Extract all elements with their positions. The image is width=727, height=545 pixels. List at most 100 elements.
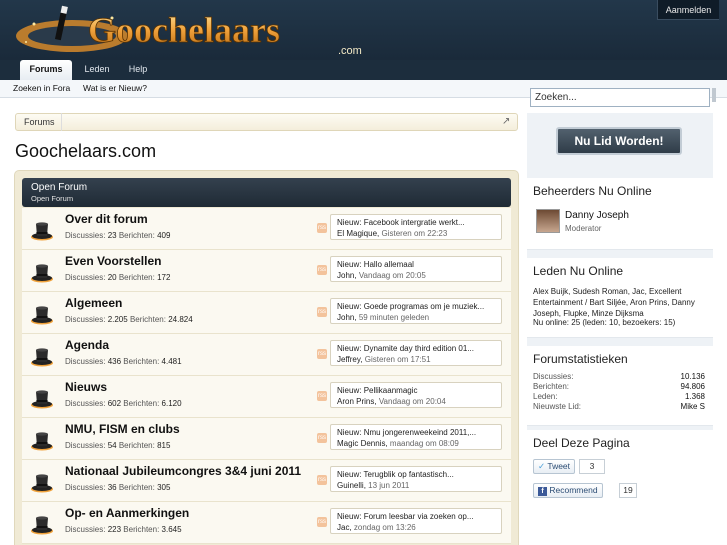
last-post-title[interactable]: Nmu jongerenweekeind 2011,... [364, 428, 476, 437]
last-post-title[interactable]: Facebook intergratie werkt... [364, 218, 465, 227]
forum-row[interactable]: Over dit forum Discussies: 23 Berichten: … [22, 208, 511, 250]
forum-row[interactable]: Algemeen Discussies: 2.205 Berichten: 24.… [22, 292, 511, 334]
stat-row: Discussies: 10.136 [533, 372, 705, 382]
recommend-button[interactable]: f Recommend [533, 483, 603, 498]
last-post-user[interactable]: Jac [337, 523, 349, 532]
last-post-box[interactable]: Nieuw: Nmu jongerenweekeind 2011,... Magi… [330, 424, 502, 450]
stat-row: Nieuwste Lid: Mike S [533, 402, 705, 412]
last-post-date: zondag om 13:26 [353, 523, 416, 532]
stat-value: 94.806 [680, 382, 705, 391]
category-name[interactable]: Open Forum [31, 182, 87, 193]
share-title: Deel Deze Pagina [533, 436, 630, 450]
forum-row[interactable]: Nieuws Discussies: 602 Berichten: 6.120 rs… [22, 376, 511, 418]
last-post-box[interactable]: Nieuw: Hallo allemaal John, Vandaag om 20… [330, 256, 502, 282]
last-post-title[interactable]: Goede programas om je muziek... [364, 302, 485, 311]
discussions-count: 223 [107, 525, 122, 534]
last-post-box[interactable]: Nieuw: Forum leesbar via zoeken op... Jac… [330, 508, 502, 534]
last-post-line: Nieuw: Forum leesbar via zoeken op... [337, 511, 495, 522]
members-online-list[interactable]: Alex Buijk, Sudesh Roman, Jac, Excellent… [533, 286, 709, 319]
rss-icon[interactable]: rss [317, 391, 327, 401]
staff-username[interactable]: Danny Joseph [565, 210, 629, 221]
rss-icon[interactable]: rss [317, 475, 327, 485]
discussions-count: 2.205 [107, 315, 128, 324]
last-post-box[interactable]: Nieuw: Pellikaanmagic Aron Prins, Vandaag… [330, 382, 502, 408]
last-post-box[interactable]: Nieuw: Terugblik op fantastisch... Guinel… [330, 466, 502, 492]
tab-leden[interactable]: Leden [78, 60, 116, 80]
last-post-line: Nieuw: Facebook intergratie werkt... [337, 217, 495, 228]
last-post-box[interactable]: Nieuw: Dynamite day third edition 01... J… [330, 340, 502, 366]
last-post-line: Nieuw: Goede programas om je muziek... [337, 301, 495, 312]
last-post-title[interactable]: Dynamite day third edition 01... [364, 344, 474, 353]
stat-label: Nieuwste Lid: [533, 402, 582, 411]
last-post-title[interactable]: Terugblik op fantastisch... [364, 470, 454, 479]
tweet-button[interactable]: ✓ Tweet [533, 459, 576, 474]
site-header: Goochelaars .com Aanmelden Forums Leden … [0, 0, 727, 80]
last-post-user[interactable]: Jeffrey [337, 355, 360, 364]
forum-title[interactable]: Nationaal Jubileumcongres 3&4 juni 2011 [65, 464, 301, 478]
last-post-user[interactable]: Magic Dennis [337, 439, 385, 448]
rss-icon[interactable]: rss [317, 349, 327, 359]
forum-stats: Discussies: 23 Berichten: 409 [65, 231, 170, 240]
forum-stats: Discussies: 36 Berichten: 305 [65, 483, 170, 492]
last-post-user[interactable]: Aron Prins [337, 397, 374, 406]
forum-title[interactable]: Even Voorstellen [65, 254, 161, 268]
subnav-search-forums[interactable]: Zoeken in Fora [13, 80, 70, 96]
forum-title[interactable]: Nieuws [65, 380, 107, 394]
last-post-box[interactable]: Nieuw: Facebook intergratie werkt... El M… [330, 214, 502, 240]
site-logo[interactable]: Goochelaars .com [12, 4, 382, 58]
last-post-meta: El Magique, Gisteren om 22:23 [337, 229, 448, 238]
new-prefix: Nieuw: [337, 470, 362, 479]
posts-count: 3.645 [161, 525, 182, 534]
last-post-user[interactable]: Guinelli [337, 481, 364, 490]
last-post-user[interactable]: John [337, 271, 354, 280]
forum-title[interactable]: NMU, FISM en clubs [65, 422, 180, 436]
stat-value: 1.368 [684, 392, 705, 401]
discussions-label: Discussies: [65, 231, 106, 240]
subnav-whats-new[interactable]: Wat is er Nieuw? [83, 80, 147, 96]
last-post-date: 59 minuten geleden [358, 313, 430, 322]
rss-icon[interactable]: rss [317, 307, 327, 317]
category-header[interactable]: Open Forum Open Forum [22, 178, 511, 207]
posts-label: Berichten: [129, 315, 166, 324]
tab-forums[interactable]: Forums [20, 60, 72, 80]
forum-title[interactable]: Over dit forum [65, 212, 148, 226]
rss-icon[interactable]: rss [317, 265, 327, 275]
search-input[interactable]: Zoeken... [530, 88, 710, 107]
register-button[interactable]: Nu Lid Worden! [556, 127, 682, 155]
forum-row[interactable]: Nationaal Jubileumcongres 3&4 juni 2011 D… [22, 460, 511, 502]
stat-value newest-member[interactable]: Mike S [681, 402, 705, 412]
forum-title[interactable]: Op- en Aanmerkingen [65, 506, 189, 520]
tab-help[interactable]: Help [122, 60, 154, 80]
forum-row[interactable]: Op- en Aanmerkingen Discussies: 223 Beric… [22, 502, 511, 544]
posts-count: 409 [157, 231, 171, 240]
last-post-title[interactable]: Hallo allemaal [364, 260, 414, 269]
forum-row[interactable]: Agenda Discussies: 436 Berichten: 4.481 rs… [22, 334, 511, 376]
last-post-line: Nieuw: Nmu jongerenweekeind 2011,... [337, 427, 495, 438]
top-hat-icon [31, 222, 53, 241]
last-post-meta: Jeffrey, Gisteren om 17:51 [337, 355, 431, 364]
rss-icon[interactable]: rss [317, 223, 327, 233]
rss-icon[interactable]: rss [317, 517, 327, 527]
breadcrumb: Forums ↗ [15, 113, 518, 131]
last-post-title[interactable]: Pellikaanmagic [364, 386, 418, 395]
breadcrumb-forums[interactable]: Forums [24, 114, 55, 130]
avatar[interactable] [536, 209, 560, 233]
rss-icon[interactable]: rss [317, 433, 327, 443]
last-post-box[interactable]: Nieuw: Goede programas om je muziek... Jo… [330, 298, 502, 324]
login-button[interactable]: Aanmelden [657, 0, 719, 20]
forum-row[interactable]: Even Voorstellen Discussies: 20 Berichten… [22, 250, 511, 292]
category-description: Open Forum [31, 194, 74, 203]
staff-online-title: Beheerders Nu Online [533, 184, 652, 198]
jump-icon[interactable]: ↗ [502, 117, 512, 127]
forum-stats: Discussies: 436 Berichten: 4.481 [65, 357, 182, 366]
stat-label: Discussies: [533, 372, 574, 381]
forum-title[interactable]: Algemeen [65, 296, 122, 310]
last-post-user[interactable]: El Magique [337, 229, 377, 238]
top-hat-icon [31, 474, 53, 493]
last-post-meta: Aron Prins, Vandaag om 20:04 [337, 397, 446, 406]
forum-title[interactable]: Agenda [65, 338, 109, 352]
forum-row[interactable]: NMU, FISM en clubs Discussies: 54 Bericht… [22, 418, 511, 460]
last-post-title[interactable]: Forum leesbar via zoeken op... [364, 512, 474, 521]
last-post-user[interactable]: John [337, 313, 354, 322]
scrollbar[interactable] [712, 88, 716, 102]
